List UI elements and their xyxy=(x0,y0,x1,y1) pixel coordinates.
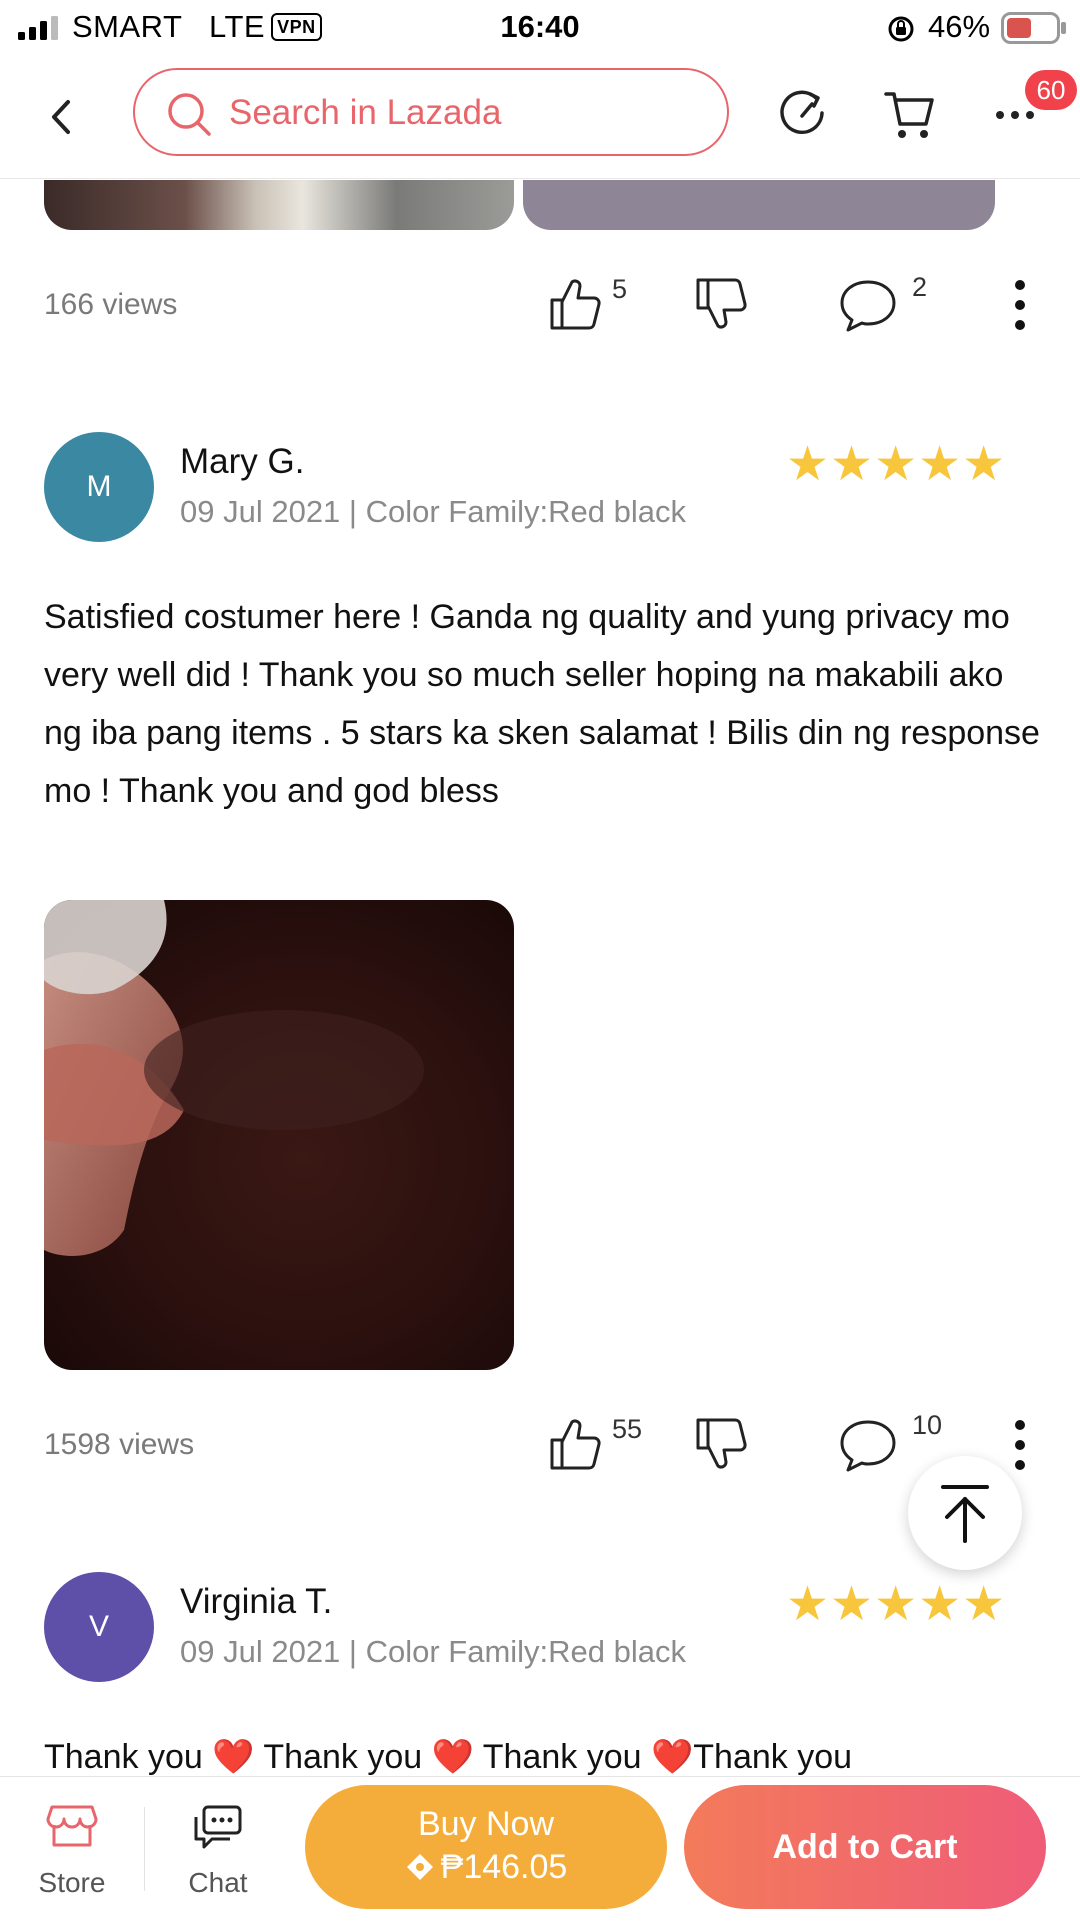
chat-icon xyxy=(194,1805,242,1849)
comment-count: 2 xyxy=(912,272,928,302)
bottom-action-bar: Store Chat Buy Now ₱146.05 Add to Cart xyxy=(0,1776,1080,1921)
buy-now-label: Buy Now xyxy=(417,1805,555,1843)
comment-icon[interactable] xyxy=(838,278,898,332)
store-icon xyxy=(46,1805,98,1847)
star-rating: ★★★★★ xyxy=(786,438,1007,491)
search-bar[interactable]: Search in Lazada xyxy=(133,68,729,156)
chat-button[interactable]: Chat xyxy=(166,1777,270,1921)
thumbs-down-icon[interactable] xyxy=(694,1416,750,1472)
like-count: 55 xyxy=(612,1414,643,1444)
add-to-cart-button[interactable]: Add to Cart xyxy=(684,1785,1046,1909)
buy-now-button[interactable]: Buy Now ₱146.05 xyxy=(305,1785,667,1909)
voucher-icon xyxy=(406,1854,433,1880)
more-options-icon[interactable] xyxy=(994,108,1038,122)
chat-label: Chat xyxy=(188,1867,248,1898)
avatar: M xyxy=(44,432,154,542)
view-count: 1598 views xyxy=(44,1428,195,1461)
cart-icon[interactable] xyxy=(882,86,938,142)
scroll-to-top-button[interactable] xyxy=(908,1456,1022,1570)
view-count: 166 views xyxy=(44,288,178,321)
battery-icon xyxy=(1001,12,1066,44)
back-arrow-icon[interactable] xyxy=(44,96,78,138)
avatar: V xyxy=(44,1572,154,1682)
clock: 16:40 xyxy=(500,9,580,44)
divider xyxy=(144,1807,145,1891)
reviewer-name: Virginia T. xyxy=(180,1582,333,1621)
notification-badge: 60 xyxy=(1025,70,1077,110)
buy-now-price: ₱146.05 xyxy=(440,1848,568,1886)
review-meta: 09 Jul 2021 | Color Family:Red black xyxy=(180,1634,687,1669)
reviewer-name: Mary G. xyxy=(180,442,305,481)
review-photo[interactable] xyxy=(523,180,995,230)
review-photo-image xyxy=(44,900,514,1370)
share-icon[interactable] xyxy=(776,86,830,140)
search-icon xyxy=(168,93,211,136)
rotation-lock-icon xyxy=(888,16,914,42)
review-photo[interactable] xyxy=(44,900,514,1370)
battery-percent: 46% xyxy=(928,9,991,44)
store-button[interactable]: Store xyxy=(20,1777,124,1921)
like-count: 5 xyxy=(612,274,628,304)
review-photo[interactable] xyxy=(44,180,514,230)
status-bar: SMART LTE VPN 16:40 46% xyxy=(0,0,1080,56)
kebab-menu-icon[interactable] xyxy=(1012,278,1028,332)
thumbs-down-icon[interactable] xyxy=(694,276,750,332)
star-rating: ★★★★★ xyxy=(786,1578,1007,1631)
search-placeholder: Search in Lazada xyxy=(229,93,502,132)
comment-icon[interactable] xyxy=(838,1418,898,1472)
thumbs-up-icon[interactable] xyxy=(548,276,604,332)
thumbs-up-icon[interactable] xyxy=(548,1416,604,1472)
comment-count: 10 xyxy=(912,1410,943,1440)
review-text: Satisfied costumer here ! Ganda ng quali… xyxy=(44,598,1040,810)
review-meta: 09 Jul 2021 | Color Family:Red black xyxy=(180,494,687,529)
top-nav-bar: Search in Lazada 60 xyxy=(0,56,1080,179)
arrow-up-icon xyxy=(941,1485,989,1543)
kebab-menu-icon[interactable] xyxy=(1012,1418,1028,1472)
store-label: Store xyxy=(38,1867,106,1898)
